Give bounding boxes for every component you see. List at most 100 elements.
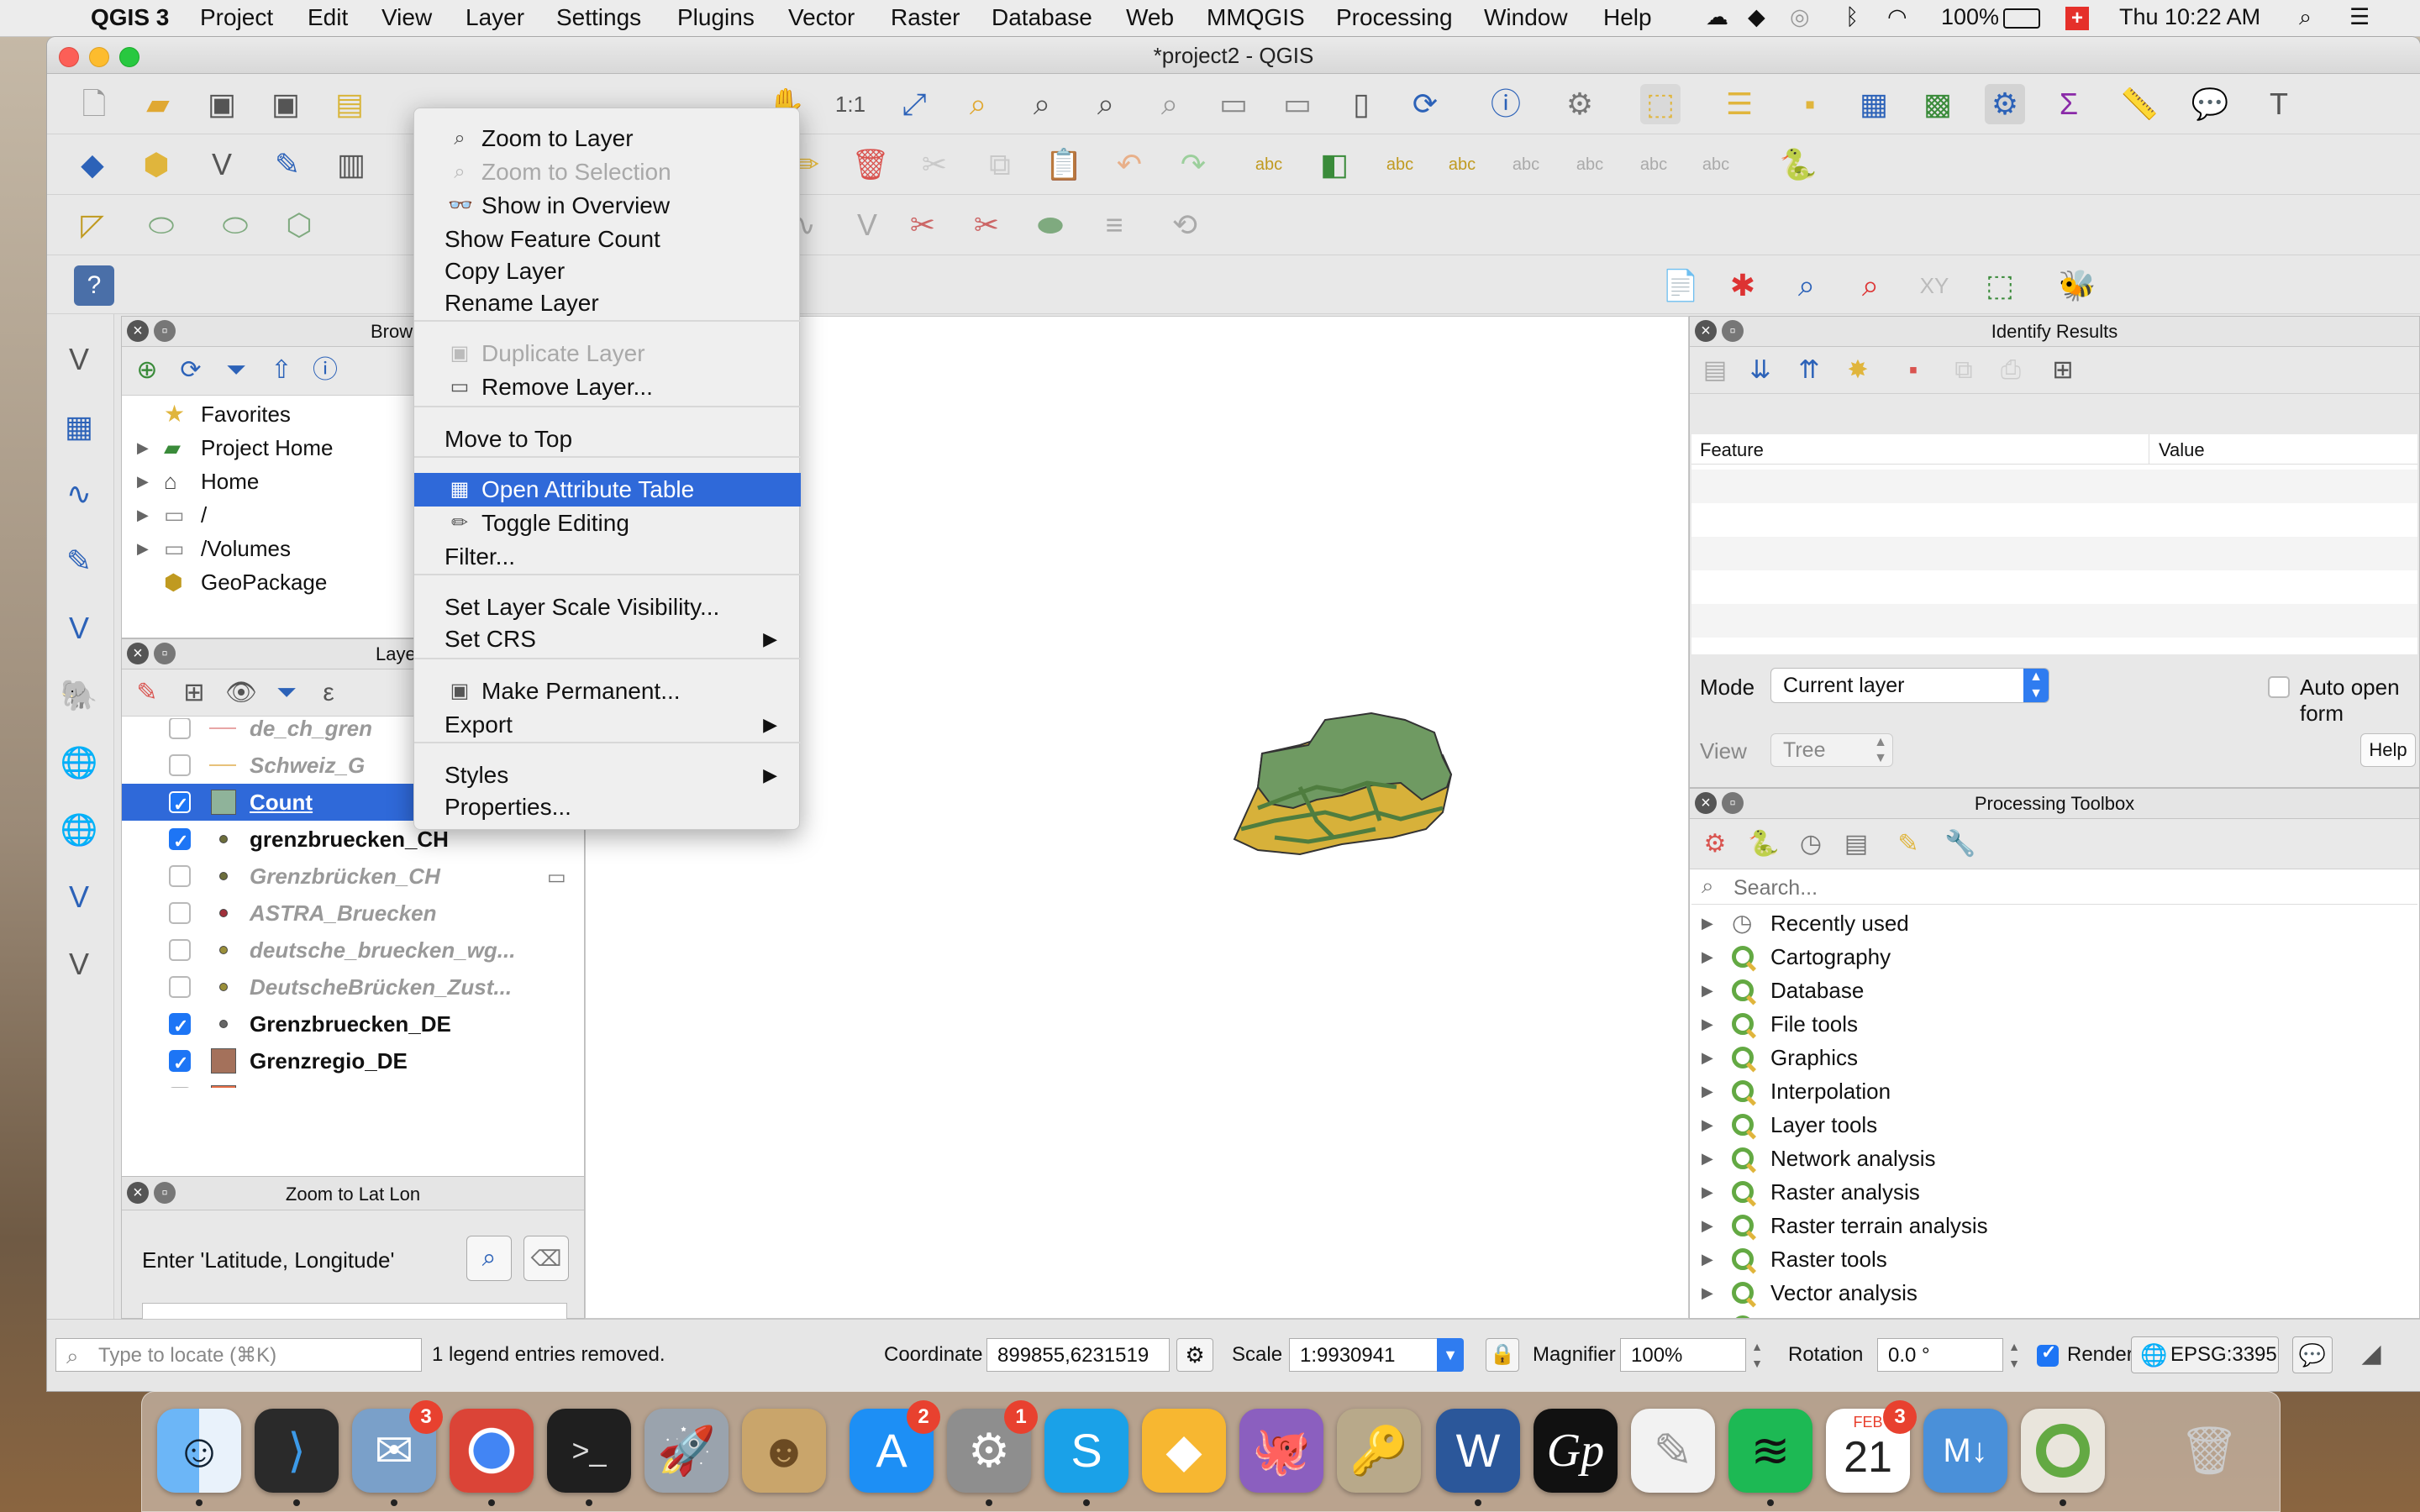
expand-arrow-icon[interactable]: ▶ xyxy=(137,465,149,498)
locator-search-field[interactable]: ⌕ Type to locate (⌘K) xyxy=(55,1338,422,1372)
layer-visibility-checkbox[interactable] xyxy=(169,865,191,887)
processing-options-icon[interactable]: 🔧 xyxy=(1944,827,1977,861)
processing-group-item[interactable]: ▶ Raster analysis xyxy=(1690,1175,2419,1209)
menu-plugins[interactable]: Plugins xyxy=(677,4,755,31)
lock-scale-icon[interactable]: 🔒 xyxy=(1486,1338,1519,1372)
attribute-table-icon[interactable]: ▦ xyxy=(1854,84,1894,124)
menu-database[interactable]: Database xyxy=(992,4,1092,31)
expand-arrow-icon[interactable]: ▶ xyxy=(1702,1175,1713,1209)
context-menu-item[interactable]: ✏ Toggle Editing xyxy=(414,507,801,540)
manage-visibility-icon[interactable]: 👁 xyxy=(224,676,258,710)
python-console-icon[interactable]: 🐍 xyxy=(1778,144,1818,185)
expand-arrow-icon[interactable]: ▶ xyxy=(1702,974,1713,1007)
layer-visibility-checkbox[interactable] xyxy=(169,754,191,776)
processing-group-item[interactable]: ▶ Network analysis xyxy=(1690,1142,2419,1175)
expand-arrow-icon[interactable]: ▶ xyxy=(1702,1041,1713,1074)
expand-arrow-icon[interactable]: ▶ xyxy=(1702,906,1713,940)
add-postgis-icon[interactable]: 🐘 xyxy=(59,675,99,716)
sync-icon[interactable]: ◎ xyxy=(1790,4,1810,30)
context-menu-item[interactable]: ▭ Remove Layer... xyxy=(414,370,801,404)
results-viewer-icon[interactable]: ▤ xyxy=(1839,827,1873,861)
system-preferences-icon[interactable]: ⚙ 1 xyxy=(947,1400,1038,1506)
expand-arrow-icon[interactable]: ▶ xyxy=(137,532,149,565)
finder-icon[interactable]: ☺ xyxy=(157,1409,241,1506)
menubar-clock[interactable]: Thu 10:22 AM xyxy=(2119,4,2260,30)
whats-this-icon[interactable]: ? xyxy=(74,265,114,306)
spotify-icon[interactable]: ≋ xyxy=(1728,1409,1812,1506)
menu-processing[interactable]: Processing xyxy=(1336,4,1453,31)
add-delimited-text-icon[interactable]: ✎ xyxy=(59,541,99,581)
mode-select[interactable]: Current layer ▲ ▼ xyxy=(1770,668,2049,703)
processing-group-item[interactable]: ▶ Cartography xyxy=(1690,940,2419,974)
close-panel-icon[interactable]: × xyxy=(127,643,149,664)
field-calculator-icon[interactable]: ▩ xyxy=(1918,84,1958,124)
refresh-browser-icon[interactable]: ⟳ xyxy=(174,354,208,387)
filter-browser-icon[interactable]: ⏷ xyxy=(219,354,253,387)
new-geopackage-icon[interactable]: ⬢ xyxy=(136,144,176,185)
github-desktop-icon[interactable]: 🐙 xyxy=(1239,1409,1323,1493)
cut-features-icon[interactable]: ✂ xyxy=(914,144,955,185)
add-group-icon[interactable]: ⊞ xyxy=(177,676,211,710)
collapse-all-icon[interactable]: ⇈ xyxy=(1792,354,1826,387)
bounding-box-icon[interactable]: ⬚ xyxy=(1980,265,2020,306)
calendar-icon[interactable]: FEB 21 3 xyxy=(1826,1400,1917,1493)
rotation-field[interactable]: 0.0 ° xyxy=(1877,1338,2003,1372)
identify-mode-icon[interactable]: ⊞ xyxy=(2046,354,2080,387)
layer-visibility-checkbox[interactable] xyxy=(169,939,191,961)
menu-mmqgis[interactable]: MMQGIS xyxy=(1207,4,1305,31)
models-icon[interactable]: ⚙ xyxy=(1698,827,1732,861)
menu-edit[interactable]: Edit xyxy=(308,4,348,31)
clear-latlon-button[interactable]: ⌫ xyxy=(523,1236,569,1281)
float-panel-icon[interactable]: ▫ xyxy=(154,320,176,342)
zoom-out-icon[interactable]: ⌕ xyxy=(1022,84,1062,124)
embedded-layer-icon[interactable]: ▭ xyxy=(547,861,566,895)
graphicconverter-icon[interactable]: Gp xyxy=(1534,1409,1618,1493)
view-select[interactable]: Tree ▲ ▼ xyxy=(1770,733,1893,767)
close-panel-icon[interactable]: × xyxy=(127,320,149,342)
highlight-pinned-icon[interactable]: abc xyxy=(1442,144,1482,185)
processing-group-item[interactable]: ▶ File tools xyxy=(1690,1007,2419,1041)
crs-button[interactable]: 🌐 EPSG:3395 xyxy=(2131,1336,2279,1373)
menu-vector[interactable]: Vector xyxy=(788,4,855,31)
expand-arrow-icon[interactable]: ▶ xyxy=(1702,1007,1713,1041)
select-features-icon[interactable]: ⬚ xyxy=(1640,84,1681,124)
context-menu-item[interactable]: Properties... xyxy=(414,790,801,824)
layer-visibility-checkbox[interactable] xyxy=(169,825,191,858)
expand-arrow-icon[interactable]: ▶ xyxy=(1702,940,1713,974)
context-menu-item[interactable]: ▣ Make Permanent... xyxy=(414,675,801,708)
menu-web[interactable]: Web xyxy=(1126,4,1174,31)
bookmarks-icon[interactable]: ▯ xyxy=(1341,84,1381,124)
resize-grip-icon[interactable]: ◢ xyxy=(2351,1336,2391,1373)
context-menu-item[interactable]: Move to Top xyxy=(414,423,801,456)
change-label-icon[interactable]: abc xyxy=(1696,144,1736,185)
fill-ring-icon[interactable]: ⬭ xyxy=(215,205,255,245)
print-layout-icon[interactable]: ▤ xyxy=(329,84,370,124)
paste-features-icon[interactable]: 📋 xyxy=(1044,144,1084,185)
processing-group-item[interactable]: ▶ Raster terrain analysis xyxy=(1690,1209,2419,1242)
identify-results-table[interactable]: Feature Value xyxy=(1691,434,2417,654)
data-source-manager-icon[interactable]: ◆ xyxy=(72,144,113,185)
expand-arrow-icon[interactable]: ▶ xyxy=(1702,1310,1713,1318)
split-parts-icon[interactable]: ✂ xyxy=(966,205,1007,245)
menu-help[interactable]: Help xyxy=(1603,4,1652,31)
layer-item[interactable]: ASTRA_Bruecken xyxy=(122,895,584,932)
label-tool-icon[interactable]: abc xyxy=(1249,144,1289,185)
help-button[interactable]: Help xyxy=(2360,733,2416,767)
battery-percent[interactable]: 100% xyxy=(1941,4,1999,30)
zoom-next-icon[interactable]: ⌕ xyxy=(1150,84,1190,124)
expand-arrow-icon[interactable]: ▶ xyxy=(1702,1242,1713,1276)
wifi-icon[interactable]: ◠ xyxy=(1887,4,1907,30)
expand-arrow-icon[interactable]: ▶ xyxy=(1702,1108,1713,1142)
contacts-icon[interactable]: ☻ xyxy=(742,1409,826,1493)
menubar-app-name[interactable]: QGIS 3 xyxy=(91,4,169,31)
processing-group-item[interactable]: ▶ Layer tools xyxy=(1690,1108,2419,1142)
embedded-layer-icon[interactable]: ▭ xyxy=(547,1083,566,1088)
input-source-swiss-flag-icon[interactable]: + xyxy=(2065,7,2089,30)
add-wms-icon[interactable]: 🌐 xyxy=(59,743,99,783)
measure-line-icon[interactable]: 📏 xyxy=(2119,84,2160,124)
run-action-icon[interactable]: ⚙ xyxy=(1560,84,1600,124)
processing-group-item[interactable]: ▶ Database xyxy=(1690,974,2419,1007)
add-spatialite-icon[interactable]: V xyxy=(59,608,99,648)
expand-arrow-icon[interactable]: ▶ xyxy=(137,498,149,532)
keychain-icon[interactable]: 🔑 xyxy=(1337,1409,1421,1493)
